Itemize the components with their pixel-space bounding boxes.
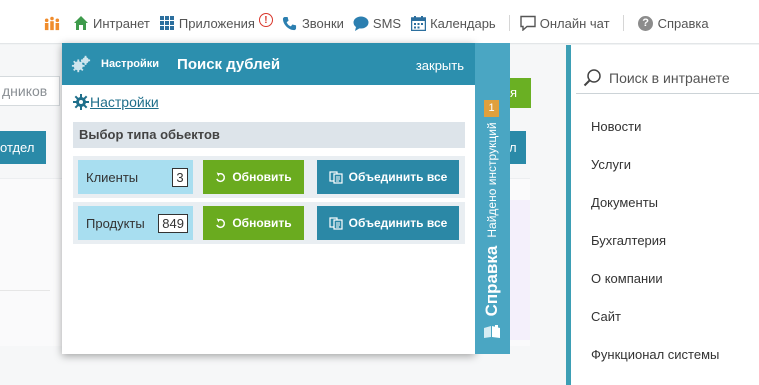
nav-online-chat-label: Онлайн чат xyxy=(539,15,610,31)
home-icon xyxy=(73,15,89,31)
duplicate-count: 849 xyxy=(158,213,188,233)
nav-calls-label: Звонки xyxy=(301,15,344,31)
help-icon: ? xyxy=(638,15,654,31)
documents-icon xyxy=(329,170,343,184)
merge-all-button[interactable]: Объединить все xyxy=(317,206,459,240)
grid-icon xyxy=(159,15,175,31)
nav-calendar-label: Календарь xyxy=(430,15,496,31)
nav-sms-label: SMS xyxy=(372,15,402,31)
refresh-label: Обновить xyxy=(232,216,292,230)
background-divider xyxy=(0,290,50,291)
settings-link[interactable]: Настройки xyxy=(73,94,159,110)
help-tab-label: Справка xyxy=(482,245,501,317)
search-icon[interactable] xyxy=(582,67,603,89)
sidebar-menu: Новости Услуги Документы Бухгалтерия О к… xyxy=(591,108,719,374)
documents-icon xyxy=(329,216,343,230)
object-label: Клиенты 3 xyxy=(78,160,193,194)
sidebar-item-news[interactable]: Новости xyxy=(591,108,719,146)
nav-apps-logo[interactable] xyxy=(44,15,64,31)
nav-sms[interactable]: SMS xyxy=(353,15,401,31)
phone-icon xyxy=(282,15,298,31)
instructions-found-label: Найдено инструкций xyxy=(485,122,499,238)
nav-divider xyxy=(622,15,624,31)
close-button[interactable]: закрыть xyxy=(416,58,464,73)
settings-link-label: Настройки xyxy=(90,94,159,110)
nav-help[interactable]: ? Справка xyxy=(638,15,709,31)
object-name: Продукты xyxy=(86,215,145,231)
merge-all-label: Объединить все xyxy=(348,170,448,184)
apps-bars-icon xyxy=(44,15,60,31)
nav-apps-label: Приложения xyxy=(178,15,255,31)
refresh-icon xyxy=(215,217,226,229)
intranet-search-input[interactable] xyxy=(609,70,759,86)
alert-icon: ! xyxy=(258,13,273,27)
nav-divider xyxy=(508,15,510,31)
dialog-title: Поиск дублей xyxy=(177,55,281,73)
header-settings-label[interactable]: Настройки xyxy=(101,58,159,70)
sidebar-item-about[interactable]: О компании xyxy=(591,260,719,298)
book-icon xyxy=(483,325,501,339)
nav-intranet-label: Интранет xyxy=(93,15,150,31)
nav-calls[interactable]: Звонки xyxy=(282,15,344,31)
nav-calendar[interactable]: Календарь xyxy=(410,15,496,31)
gears-icon xyxy=(71,54,91,74)
right-sidebar: Новости Услуги Документы Бухгалтерия О к… xyxy=(571,45,759,385)
sidebar-item-site[interactable]: Сайт xyxy=(591,298,719,336)
merge-all-button[interactable]: Объединить все xyxy=(317,160,459,194)
background-search-input[interactable]: дников xyxy=(0,76,60,106)
sidebar-item-documents[interactable]: Документы xyxy=(591,184,719,222)
refresh-label: Обновить xyxy=(232,170,292,184)
duplicate-search-dialog: Настройки Поиск дублей закрыть Настройки… xyxy=(62,43,475,354)
sidebar-item-services[interactable]: Услуги xyxy=(591,146,719,184)
background-department-button[interactable]: отдел xyxy=(0,131,46,164)
merge-all-label: Объединить все xyxy=(348,216,448,230)
object-type-header: Выбор типа обьектов xyxy=(73,122,465,148)
refresh-icon xyxy=(215,171,226,183)
sidebar-item-features[interactable]: Функционал системы xyxy=(591,336,719,374)
nav-help-label: Справка xyxy=(657,15,709,31)
background-add-button[interactable]: я xyxy=(508,78,531,108)
object-label: Продукты 849 xyxy=(78,206,193,240)
calendar-icon xyxy=(410,15,426,31)
refresh-button[interactable]: Обновить xyxy=(203,206,304,240)
refresh-button[interactable]: Обновить xyxy=(203,160,304,194)
background-highlight xyxy=(508,200,530,340)
nav-apps[interactable]: Приложения ! xyxy=(159,13,273,31)
object-row-clients: Клиенты 3 Обновить Объединить все xyxy=(73,156,465,198)
help-side-tab[interactable]: 1 Найдено инструкций Справка xyxy=(475,43,510,354)
message-icon xyxy=(520,15,536,31)
sidebar-item-accounting[interactable]: Бухгалтерия xyxy=(591,222,719,260)
gear-icon xyxy=(73,94,89,110)
dialog-header: Настройки Поиск дублей закрыть xyxy=(62,43,475,85)
nav-intranet[interactable]: Интранет xyxy=(73,15,150,31)
top-bar: Интранет Приложения ! Звонки SMS Календа… xyxy=(0,0,759,44)
intranet-search xyxy=(576,63,759,94)
instructions-count-badge: 1 xyxy=(484,100,499,117)
object-name: Клиенты xyxy=(86,169,139,185)
nav-online-chat[interactable]: Онлайн чат xyxy=(520,15,610,31)
duplicate-count: 3 xyxy=(172,167,188,187)
chat-bubble-icon xyxy=(353,15,369,31)
object-row-products: Продукты 849 Обновить Объединить все xyxy=(73,202,465,244)
top-navigation: Интранет Приложения ! Звонки SMS Календа… xyxy=(44,13,718,33)
